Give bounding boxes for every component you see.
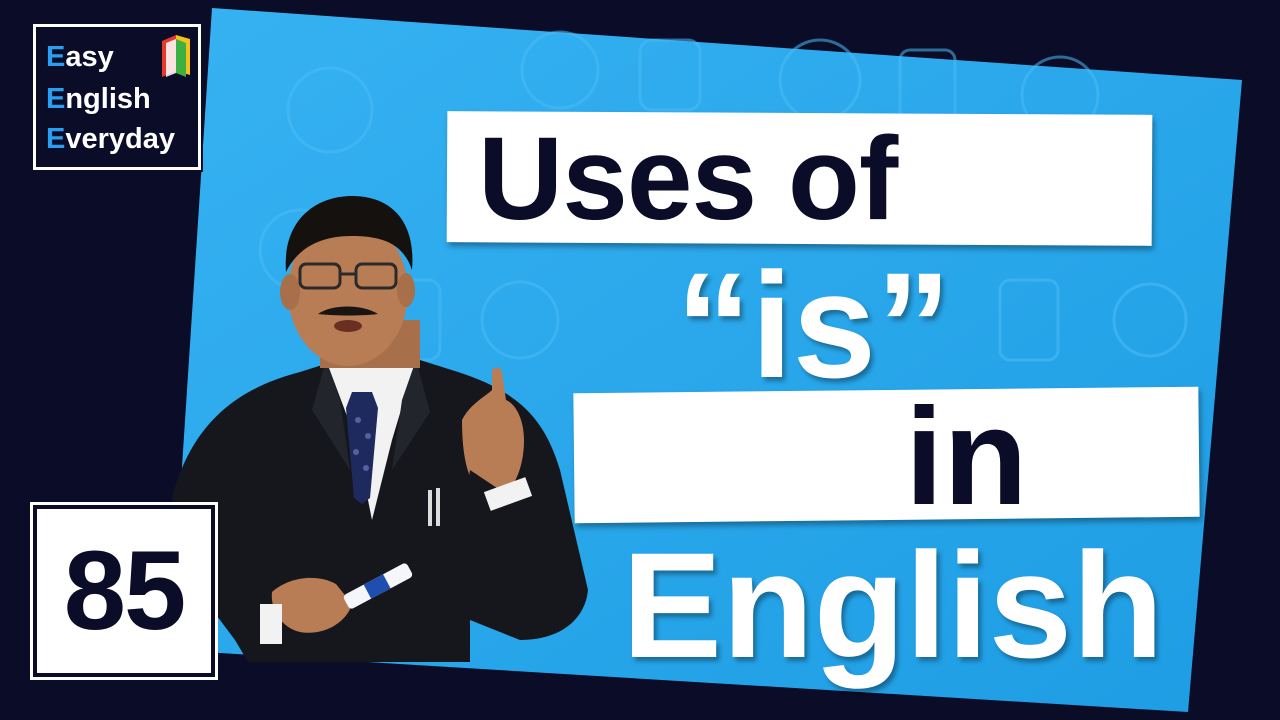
book-icon [162,35,190,77]
episode-badge: 85 [30,502,218,680]
channel-logo: Easy English Everyday [33,24,201,170]
thumbnail: Uses of “is” in English Easy English Eve… [0,0,1280,720]
logo-rest-english: nglish [65,83,151,115]
logo-rest-everyday: veryday [65,123,175,155]
logo-initial-english: E [46,83,66,115]
logo-line-everyday: Everyday [46,125,175,154]
logo-initial-easy: E [46,41,66,73]
episode-number: 85 [63,528,187,653]
logo-line-easy: Easy [46,43,114,72]
logo-initial-everyday: E [46,123,66,155]
logo-line-english: English [46,85,151,114]
logo-rest-easy: asy [65,41,114,73]
